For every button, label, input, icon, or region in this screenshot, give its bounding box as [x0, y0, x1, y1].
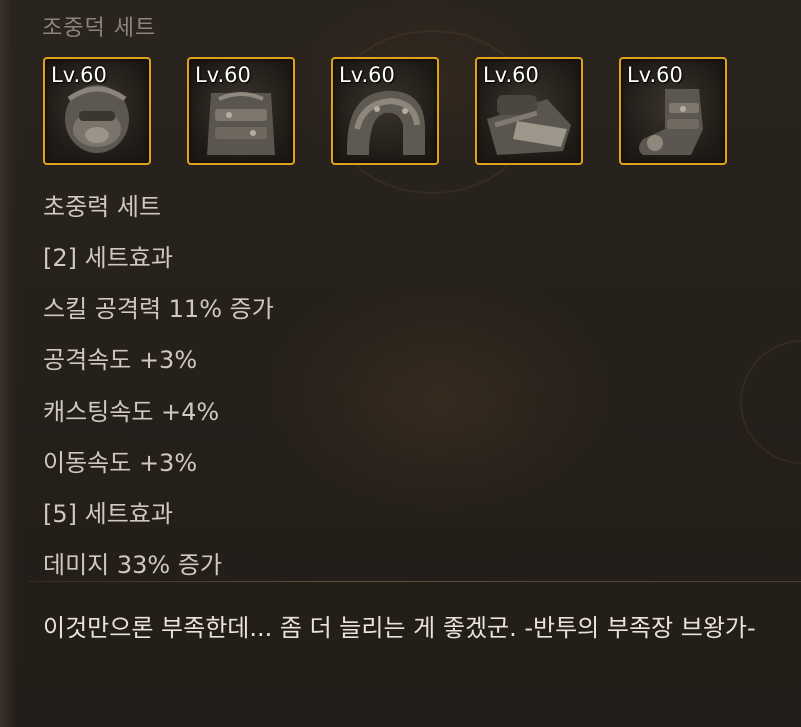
section-divider	[28, 581, 801, 582]
background-ornament	[740, 340, 801, 464]
item-level-label: Lv.60	[51, 63, 107, 87]
set-item-slot[interactable]: Lv.60	[619, 57, 727, 165]
item-set-tooltip: 조중덕 세트 Lv.60 Lv.60 Lv.60 Lv.60 Lv.60 초중력…	[0, 0, 801, 727]
tooltip-header: 조중덕 세트	[42, 16, 157, 41]
set-item-slot[interactable]: Lv.60	[187, 57, 295, 165]
set-effect-header-5: [5] 세트효과	[43, 500, 173, 528]
set-item-slot[interactable]: Lv.60	[475, 57, 583, 165]
set-effect-line: 데미지 33% 증가	[43, 551, 223, 579]
item-level-label: Lv.60	[339, 63, 395, 87]
set-item-slot[interactable]: Lv.60	[331, 57, 439, 165]
item-level-label: Lv.60	[483, 63, 539, 87]
set-effect-line: 공격속도 +3%	[43, 346, 198, 374]
set-effect-header-2: [2] 세트효과	[43, 244, 173, 272]
set-effect-line: 캐스팅속도 +4%	[43, 398, 220, 426]
set-effect-line: 이동속도 +3%	[43, 449, 198, 477]
set-name: 초중력 세트	[43, 193, 162, 221]
item-level-label: Lv.60	[195, 63, 251, 87]
set-item-slot[interactable]: Lv.60	[43, 57, 151, 165]
item-level-label: Lv.60	[627, 63, 683, 87]
set-effect-line: 스킬 공격력 11% 증가	[43, 295, 274, 323]
tooltip-left-border	[0, 0, 18, 727]
flavor-text: 이것만으론 부족한데... 좀 더 늘리는 게 좋겠군. -반투의 부족장 브왕…	[43, 614, 756, 642]
